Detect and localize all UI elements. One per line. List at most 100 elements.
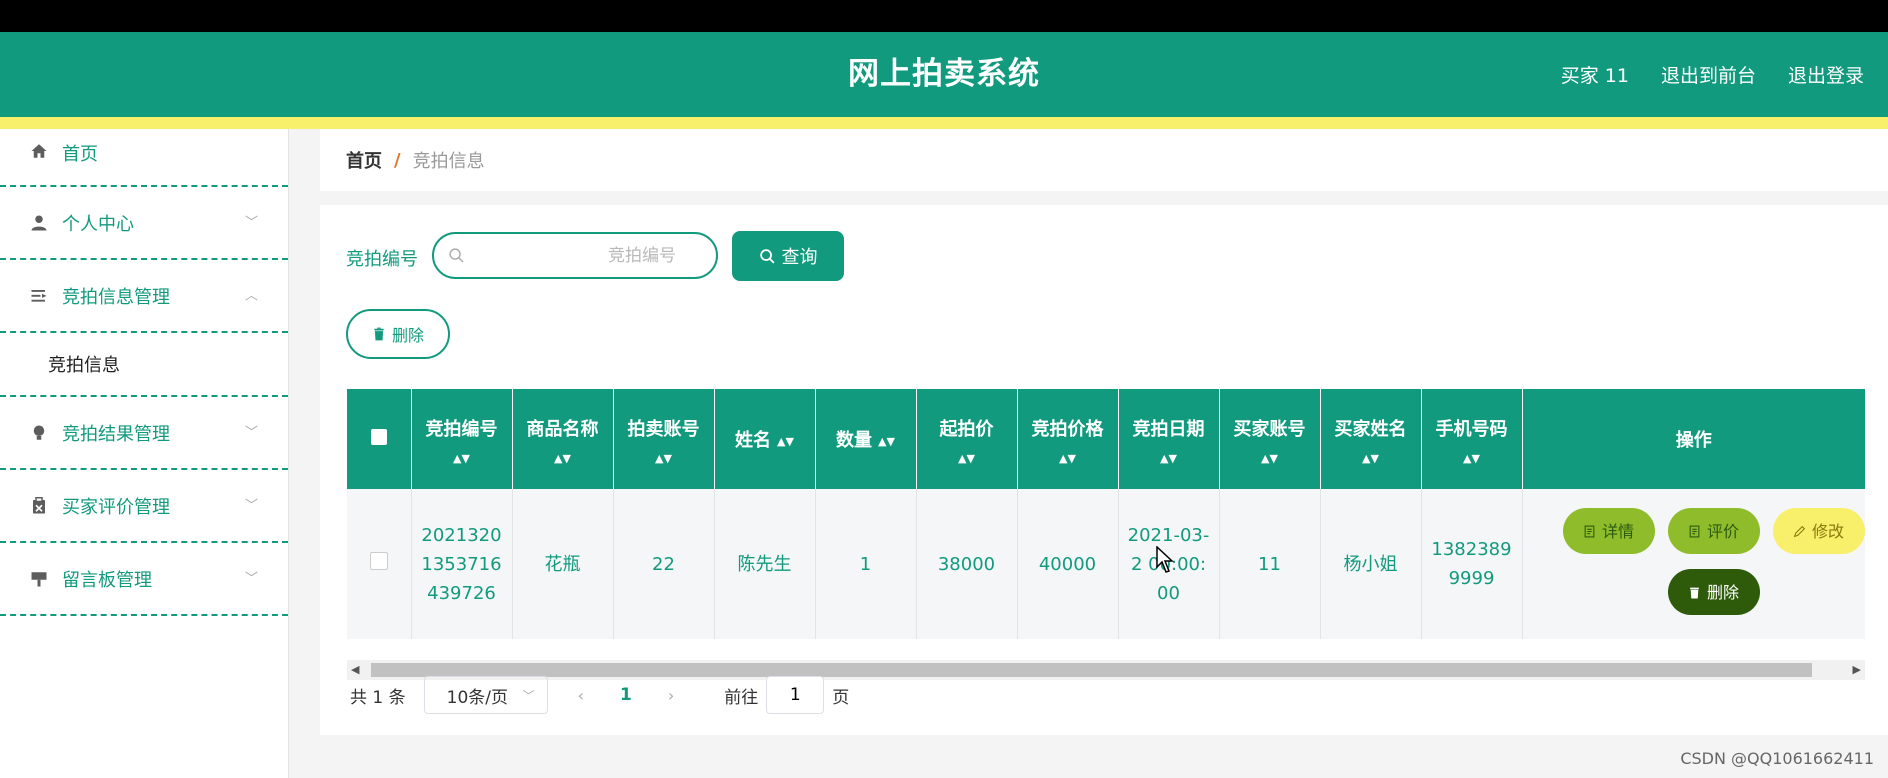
chevron-down-icon: ﹀ (244, 571, 258, 587)
next-page-icon[interactable]: › (668, 686, 674, 705)
goto-page-input[interactable] (766, 676, 825, 714)
column-header[interactable]: 手机号码 ▲▼ (1421, 389, 1523, 489)
sidebar-item-label: 竞拍结果管理 (62, 423, 170, 445)
board-icon (28, 568, 50, 590)
sidebar-item-bid-info-management[interactable]: 竞拍信息管理 ︿ (0, 260, 288, 333)
header-accent-strip (0, 117, 1888, 129)
header-select-all[interactable] (347, 389, 412, 489)
user-icon (28, 212, 50, 234)
page-size-value: 10条/页 (446, 687, 508, 708)
cell-bid-price: 40000 (1017, 489, 1119, 639)
chevron-down-icon: ﹀ (244, 425, 258, 441)
column-header[interactable]: 起拍价 ▲▼ (916, 389, 1018, 489)
sidebar-subitem-bid-info[interactable]: 竞拍信息 (0, 333, 288, 397)
current-user: 买家 11 (1560, 65, 1629, 87)
chevron-up-icon: ︿ (244, 288, 258, 304)
search-box[interactable] (432, 232, 718, 279)
cell-buyer-account: 11 (1219, 489, 1321, 639)
pencil-icon (1793, 525, 1806, 537)
sort-icon[interactable]: ▲▼ (412, 453, 512, 464)
pagination: 共 1 条 10条/页 ﹀ ‹ 1 › 前往 页 (350, 675, 849, 715)
cell-start-price: 38000 (916, 489, 1018, 639)
select-all-checkbox[interactable] (370, 428, 387, 445)
batch-delete-button[interactable]: 删除 (346, 309, 450, 359)
sidebar-item-bid-result-management[interactable]: 竞拍结果管理 ﹀ (0, 397, 288, 470)
scroll-right-icon[interactable]: ▶ (1853, 663, 1861, 676)
table-header-row: 竞拍编号 ▲▼ 商品名称 ▲▼ 拍卖账号 ▲▼ 姓名 ▲▼ 数量 ▲▼ 起拍价 ▲▼ 竞拍价… (347, 389, 1865, 489)
prev-page-icon[interactable]: ‹ (578, 686, 584, 705)
sort-icon[interactable]: ▲▼ (614, 453, 714, 464)
breadcrumb-current: 竞拍信息 (412, 151, 485, 172)
search-label: 竞拍编号 (346, 249, 418, 270)
table-row: 20213201353716439726 花瓶 22 陈先生 1 38000 4… (347, 489, 1865, 639)
clipboard-icon (28, 495, 50, 517)
goto-suffix: 页 (832, 687, 850, 708)
sort-icon[interactable]: ▲▼ (1119, 453, 1219, 464)
sidebar: 首页 个人中心 ﹀ 竞拍信息管理 ︿ 竞拍信息 竞拍结果管理 ﹀ 买家评价管理 … (0, 129, 289, 778)
sort-icon[interactable]: ▲▼ (878, 436, 895, 447)
data-table-wrapper: 竞拍编号 ▲▼ 商品名称 ▲▼ 拍卖账号 ▲▼ 姓名 ▲▼ 数量 ▲▼ 起拍价 ▲▼ 竞拍价… (347, 389, 1865, 662)
sidebar-item-label: 首页 (62, 144, 98, 165)
app-header: 网上拍卖系统 买家 11 退出到前台 退出登录 (0, 32, 1888, 117)
search-input[interactable] (474, 240, 678, 272)
sort-icon[interactable]: ▲▼ (1321, 453, 1421, 464)
cell-quantity: 1 (815, 489, 917, 639)
main-content: 竞拍编号 查询 删除 竞拍编号▲▼ 商品名称▲▼ 拍卖账号▲▼ (320, 205, 1888, 735)
sort-icon[interactable]: ▲▼ (513, 453, 613, 464)
edit-button[interactable]: 修改 (1772, 508, 1865, 554)
column-header[interactable]: 买家账号 ▲▼ (1219, 389, 1321, 489)
goto-prefix: 前往 (724, 687, 759, 708)
pagination-total: 共 1 条 (350, 687, 406, 708)
row-actions: 详情 评价 修改 删除 (1523, 489, 1866, 639)
sort-icon[interactable]: ▲▼ (1422, 453, 1522, 464)
front-page-link[interactable]: 退出到前台 (1661, 61, 1756, 88)
cell-seller-account: 22 (613, 489, 715, 639)
breadcrumb-home[interactable]: 首页 (346, 147, 382, 173)
column-header[interactable]: 商品名称 ▲▼ (512, 389, 614, 489)
column-header[interactable]: 竞拍日期 ▲▼ (1118, 389, 1220, 489)
list-icon (28, 285, 50, 307)
top-black-bar (0, 0, 1888, 32)
query-button-label: 查询 (781, 247, 818, 268)
column-header[interactable]: 竞拍价格 ▲▼ (1017, 389, 1119, 489)
batch-delete-label: 删除 (391, 326, 424, 345)
sort-icon[interactable]: ▲▼ (917, 453, 1017, 464)
chevron-down-icon: ﹀ (522, 688, 535, 703)
page-size-select[interactable]: 10条/页 ﹀ (423, 676, 548, 714)
sort-icon[interactable]: ▲▼ (1220, 453, 1320, 464)
column-header[interactable]: 数量 ▲▼ (815, 389, 917, 489)
column-header[interactable]: 拍卖账号 ▲▼ (613, 389, 715, 489)
home-icon (28, 140, 50, 162)
sidebar-item-message-board-management[interactable]: 留言板管理 ﹀ (0, 543, 288, 616)
bulb-icon (28, 422, 50, 444)
row-checkbox[interactable] (369, 551, 388, 570)
mouse-cursor-icon (1156, 546, 1174, 573)
review-button[interactable]: 评价 (1667, 508, 1760, 554)
cell-buyer-name: 杨小姐 (1320, 489, 1422, 639)
sidebar-item-label: 留言板管理 (62, 569, 152, 591)
trash-icon (1690, 587, 1699, 598)
column-header[interactable]: 买家姓名 ▲▼ (1320, 389, 1422, 489)
cell-bid-no: 20213201353716439726 (411, 489, 513, 639)
sort-icon[interactable]: ▲▼ (1018, 453, 1118, 464)
page-number[interactable]: 1 (620, 685, 632, 705)
logout-link[interactable]: 退出登录 (1788, 61, 1864, 88)
watermark: CSDN @QQ1061662411 (1680, 749, 1874, 768)
sidebar-item-buyer-review-management[interactable]: 买家评价管理 ﹀ (0, 470, 288, 543)
sort-icon[interactable]: ▲▼ (777, 436, 794, 447)
query-button[interactable]: 查询 (732, 231, 844, 281)
cell-name: 陈先生 (714, 489, 816, 639)
sidebar-item-label: 个人中心 (62, 213, 134, 235)
column-header[interactable]: 竞拍编号 ▲▼ (411, 389, 513, 489)
search-icon (449, 248, 464, 263)
sidebar-item-label: 买家评价管理 (62, 496, 170, 518)
delete-button[interactable]: 删除 (1667, 569, 1760, 615)
cell-phone: 13823899999 (1421, 489, 1523, 639)
column-header-actions: 操作 (1522, 389, 1865, 489)
column-header[interactable]: 姓名 ▲▼ (714, 389, 816, 489)
detail-button[interactable]: 详情 (1562, 508, 1655, 554)
sidebar-item-personal-center[interactable]: 个人中心 ﹀ (0, 187, 288, 260)
row-select-cell[interactable] (347, 489, 412, 639)
document-icon (1584, 525, 1595, 537)
sidebar-item-home[interactable]: 首页 (0, 129, 288, 187)
